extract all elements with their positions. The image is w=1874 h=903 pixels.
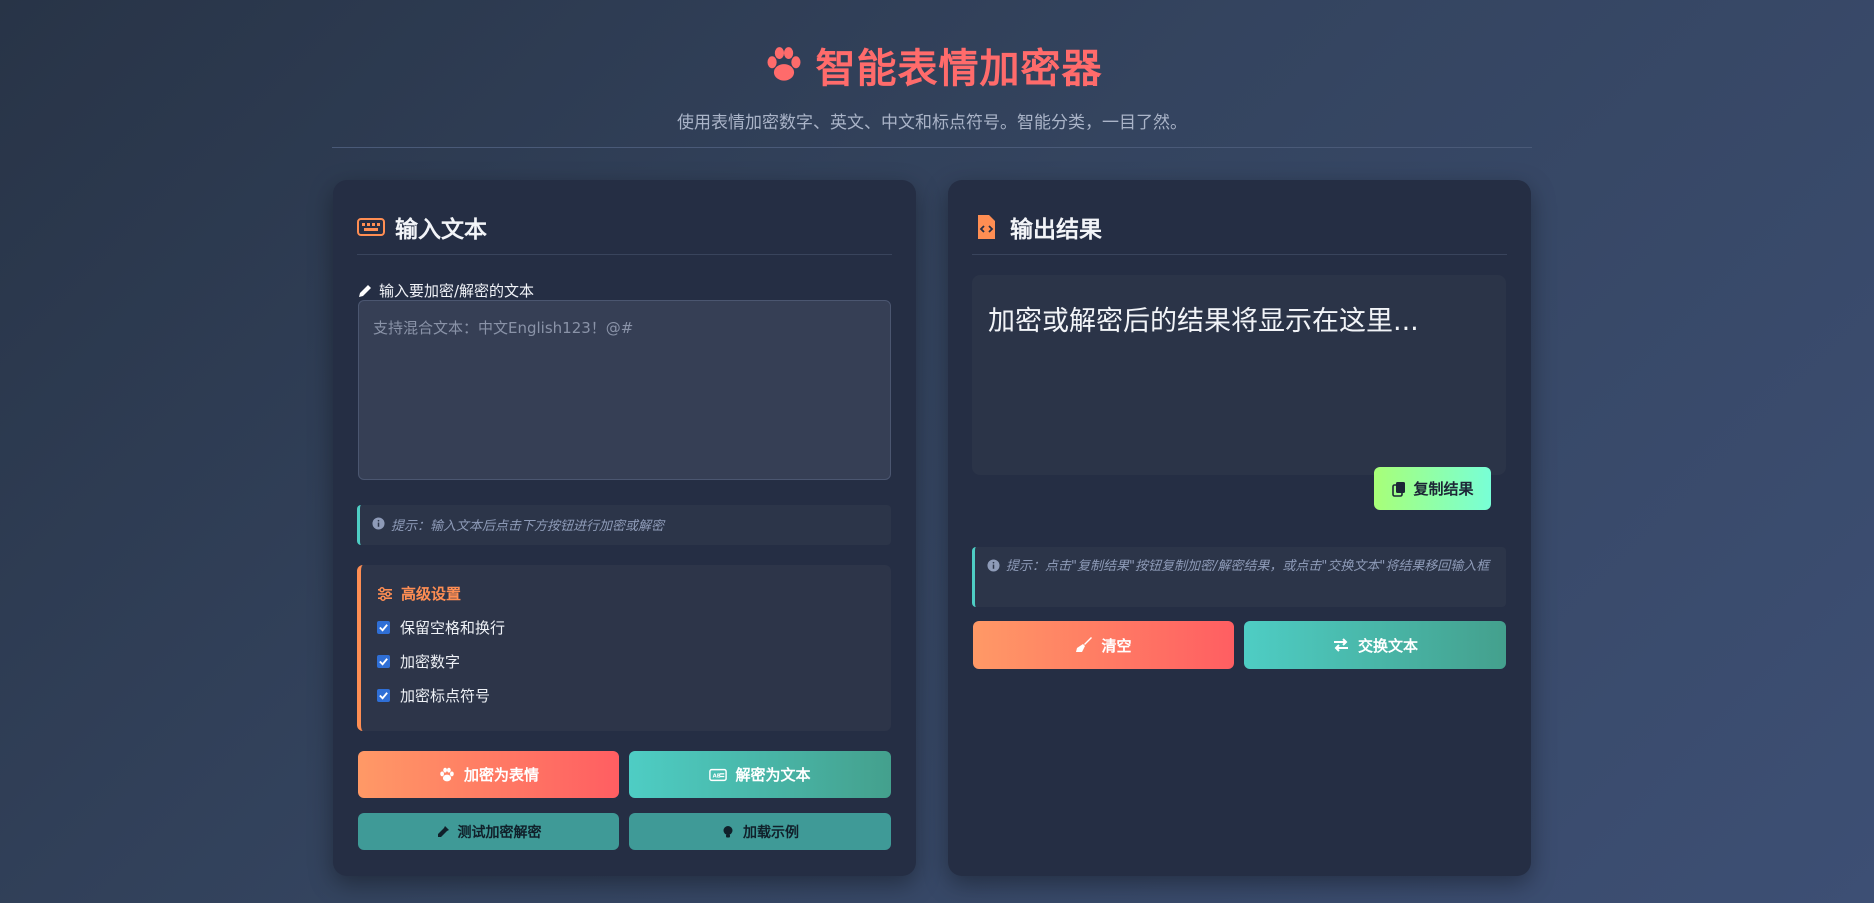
page-subtitle: 使用表情加密数字、英文、中文和标点符号。智能分类，一目了然。 — [677, 113, 1187, 133]
settings-title-text: 高级设置 — [401, 585, 462, 603]
id-card-icon: AB — [709, 768, 728, 781]
output-tip-text: 提示：点击"复制结果"按钮复制加密/解密结果，或点击"交换文本"将结果移回输入框 — [1006, 559, 1490, 574]
option-label: 保留空格和换行 — [400, 619, 506, 637]
option-encrypt-digits[interactable]: 加密数字 — [377, 651, 460, 672]
load-example-button[interactable]: 加载示例 — [629, 813, 891, 850]
input-field-label: 输入要加密/解密的文本 — [357, 280, 534, 301]
paw-icon — [767, 47, 800, 81]
check-icon — [379, 658, 388, 666]
header-divider — [332, 147, 1532, 148]
swap-text-button-label: 交换文本 — [1357, 636, 1418, 655]
input-panel-title-text: 输入文本 — [395, 217, 487, 243]
option-encrypt-punctuation[interactable]: 加密标点符号 — [377, 685, 490, 706]
result-placeholder: 加密或解密后的结果将显示在这里... — [988, 306, 1419, 337]
broom-icon — [1076, 637, 1093, 652]
test-button-label: 测试加密解密 — [457, 824, 542, 841]
copy-result-label: 复制结果 — [1413, 480, 1474, 498]
flask-icon — [437, 825, 449, 837]
decrypt-button-label: 解密为文本 — [735, 766, 811, 784]
page-title-text: 智能表情加密器 — [815, 46, 1103, 92]
checkbox-encrypt-punctuation[interactable] — [377, 689, 390, 702]
copy-result-button[interactable]: 复制结果 — [1374, 467, 1491, 510]
header: 智能表情加密器 使用表情加密数字、英文、中文和标点符号。智能分类，一目了然。 — [332, 36, 1532, 133]
swap-arrows-icon — [1333, 638, 1348, 652]
advanced-settings: 高级设置 保留空格和换行 加密数字 加密标点符号 — [357, 565, 891, 731]
input-tip: 提示：输入文本后点击下方按钮进行加密或解密 — [357, 505, 891, 545]
clear-button-label: 清空 — [1101, 636, 1132, 655]
output-tip: 提示：点击"复制结果"按钮复制加密/解密结果，或点击"交换文本"将结果移回输入框 — [972, 547, 1506, 607]
text-input[interactable] — [358, 300, 891, 480]
sliders-icon — [378, 586, 392, 601]
input-panel-title: 输入文本 — [357, 210, 487, 244]
divider — [357, 254, 892, 255]
option-label: 加密数字 — [400, 653, 461, 671]
checkbox-keep-whitespace[interactable] — [377, 621, 390, 634]
checkbox-encrypt-digits[interactable] — [377, 655, 390, 668]
copy-icon — [1392, 481, 1406, 497]
lightbulb-icon — [723, 825, 733, 837]
divider — [972, 254, 1507, 255]
decrypt-button[interactable]: AB 解密为文本 — [629, 751, 891, 798]
app-root: 智能表情加密器 使用表情加密数字、英文、中文和标点符号。智能分类，一目了然。 输… — [0, 0, 1874, 903]
svg-text:AB: AB — [713, 773, 721, 779]
option-keep-whitespace[interactable]: 保留空格和换行 — [377, 617, 505, 638]
check-icon — [379, 624, 388, 632]
encrypt-button[interactable]: 加密为表情 — [358, 751, 619, 798]
load-example-button-label: 加载示例 — [743, 824, 799, 841]
input-field-label-text: 输入要加密/解密的文本 — [379, 282, 535, 300]
encrypt-button-label: 加密为表情 — [463, 766, 539, 784]
file-code-icon — [978, 215, 995, 239]
output-panel: 输出结果 加密或解密后的结果将显示在这里... 复制结果 提示：点击"复制结果"… — [948, 180, 1531, 876]
paw-icon — [440, 767, 454, 781]
clear-button[interactable]: 清空 — [973, 621, 1234, 669]
result-output[interactable]: 加密或解密后的结果将显示在这里... — [972, 275, 1506, 475]
input-tip-text: 提示：输入文本后点击下方按钮进行加密或解密 — [391, 519, 665, 534]
check-icon — [379, 692, 388, 700]
info-icon — [987, 559, 1000, 572]
settings-title: 高级设置 — [377, 583, 461, 604]
page-title: 智能表情加密器 — [762, 36, 1103, 94]
pencil-icon — [359, 284, 371, 297]
input-panel: 输入文本 输入要加密/解密的文本 提示：输入文本后点击下方按钮进行加密或解密 — [333, 180, 916, 876]
info-icon — [372, 517, 385, 530]
keyboard-icon — [357, 218, 385, 236]
swap-text-button[interactable]: 交换文本 — [1244, 621, 1506, 669]
test-button[interactable]: 测试加密解密 — [358, 813, 619, 850]
output-panel-title-text: 输出结果 — [1010, 217, 1102, 243]
option-label: 加密标点符号 — [400, 687, 491, 705]
output-panel-title: 输出结果 — [972, 210, 1102, 244]
